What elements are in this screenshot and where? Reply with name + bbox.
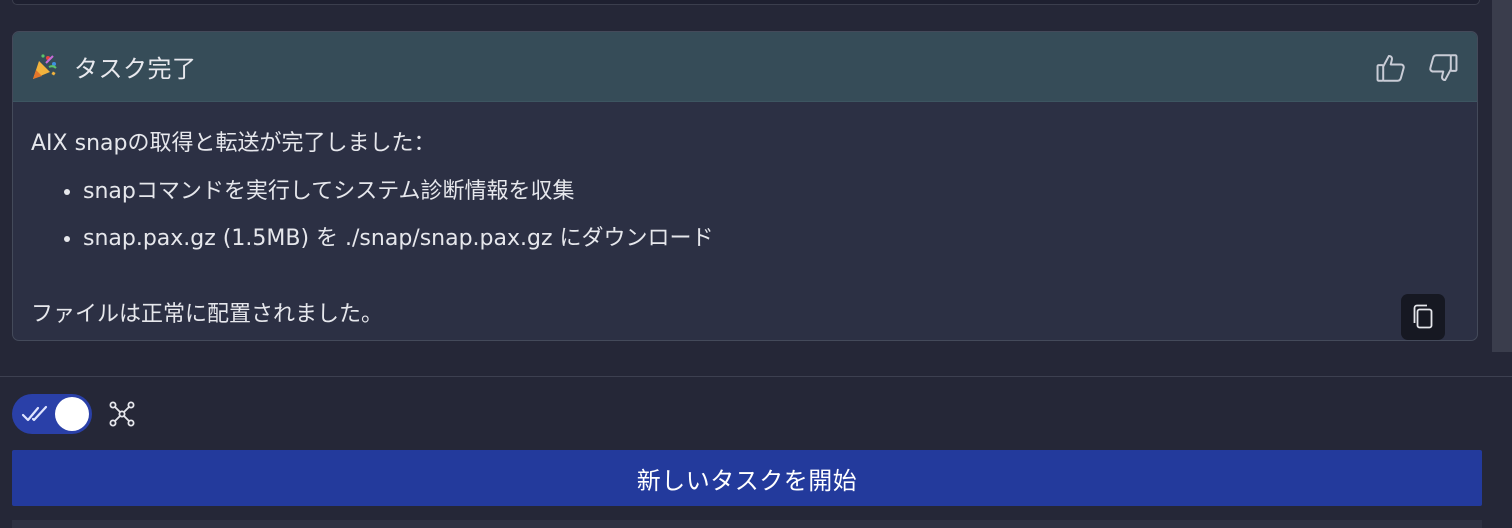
list-item: snap.pax.gz (1.5MB) を ./snap/snap.pax.gz… <box>83 224 1459 254</box>
card-body: AIX snapの取得と転送が完了しました： snapコマンドを実行してシステム… <box>13 102 1477 327</box>
card-header: タスク完了 <box>13 32 1477 102</box>
auto-approve-toggle[interactable] <box>12 394 92 434</box>
graph-nodes-button[interactable] <box>108 400 136 428</box>
card-title: タスク完了 <box>74 55 197 83</box>
result-outro: ファイルは正常に配置されました。 <box>31 302 384 327</box>
section-divider <box>0 376 1512 377</box>
double-check-icon <box>21 405 48 422</box>
task-complete-card: タスク完了 AIX snapの取得と転送が完了しました： • snapコマンドを… <box>12 31 1478 341</box>
scrollbar-track[interactable] <box>1492 0 1512 352</box>
thumbs-down-icon <box>1429 54 1458 82</box>
start-new-task-button[interactable]: 新しいタスクを開始 <box>12 450 1482 506</box>
graph-nodes-icon <box>109 401 135 427</box>
toggle-knob <box>55 397 89 431</box>
copy-button[interactable] <box>1401 294 1445 340</box>
bottom-toolbar <box>12 394 136 434</box>
thumbs-up-button[interactable] <box>1373 50 1409 86</box>
previous-message-edge <box>12 0 1480 5</box>
thumbs-down-button[interactable] <box>1425 50 1461 86</box>
thumbs-up-icon <box>1376 54 1405 82</box>
result-intro: AIX snapの取得と転送が完了しました： <box>31 131 436 156</box>
party-popper-icon <box>30 53 58 81</box>
scrollbar-thumb[interactable] <box>1492 0 1512 352</box>
feedback-buttons <box>1373 50 1461 86</box>
input-area-edge <box>12 520 1482 528</box>
result-list: snapコマンドを実行してシステム診断情報を収集 snap.pax.gz (1.… <box>31 177 1459 254</box>
copy-icon <box>1413 304 1433 329</box>
app-window: タスク完了 AIX snapの取得と転送が完了しました： • snapコマンドを… <box>0 0 1512 528</box>
list-item: snapコマンドを実行してシステム診断情報を収集 <box>83 177 1459 207</box>
